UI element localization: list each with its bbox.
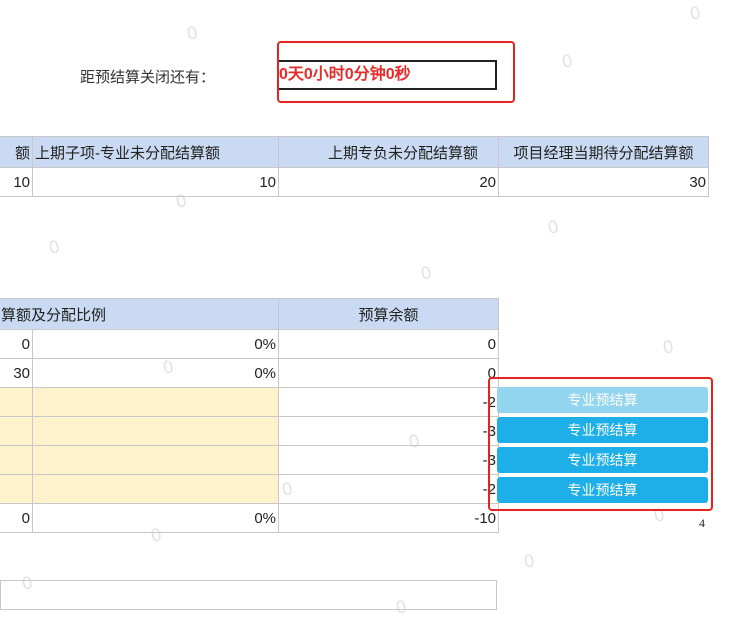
table-cell: 0 xyxy=(0,329,33,359)
editable-cell[interactable] xyxy=(0,387,33,417)
col-header-prev-lead-unallocated: 上期专负未分配结算额 xyxy=(278,136,499,168)
top-table: 额 上期子项-专业未分配结算额 上期专负未分配结算额 项目经理当期待分配结算额 … xyxy=(0,136,709,197)
watermark: 0 xyxy=(661,337,676,359)
watermark: 0 xyxy=(419,263,434,285)
table-cell: 0 xyxy=(278,329,500,359)
buttons-highlight-frame xyxy=(488,377,713,511)
remarks-input[interactable] xyxy=(0,580,497,610)
table-cell: 20 xyxy=(278,167,499,197)
table-cell: 10 xyxy=(0,167,33,197)
countdown-label: 距预结算关闭还有： xyxy=(80,69,216,86)
table-row: -3 xyxy=(0,445,500,475)
table-cell: -2 xyxy=(278,387,500,417)
col-header-budget-balance: 预算余额 xyxy=(278,298,500,330)
table-cell: -2 xyxy=(278,474,500,504)
col-header-prev-sub-unallocated: 上期子项-专业未分配结算额 xyxy=(32,136,279,168)
table-row: -3 xyxy=(0,416,500,446)
editable-cell[interactable] xyxy=(0,416,33,446)
watermark: 0 xyxy=(522,551,537,573)
editable-cell[interactable] xyxy=(31,445,280,475)
editable-cell[interactable] xyxy=(31,416,280,446)
table-cell: 10 xyxy=(32,167,279,197)
watermark: 0 xyxy=(688,3,703,25)
table-cell: 0% xyxy=(31,329,280,359)
table-cell: 0 xyxy=(278,358,500,388)
table-cell: -3 xyxy=(278,416,500,446)
top-table-header-row: 额 上期子项-专业未分配结算额 上期专负未分配结算额 项目经理当期待分配结算额 xyxy=(0,136,709,168)
watermark: 0 xyxy=(47,237,62,259)
col-header-pm-pending: 项目经理当期待分配结算额 xyxy=(498,136,709,168)
table-cell: -3 xyxy=(278,445,500,475)
table-cell: 0% xyxy=(31,503,280,533)
editable-cell[interactable] xyxy=(0,445,33,475)
table-cell: 0 xyxy=(0,503,33,533)
watermark: 0 xyxy=(560,51,575,73)
editable-cell[interactable] xyxy=(31,387,280,417)
table-row: 30 0% 0 xyxy=(0,358,500,388)
table-row: -2 xyxy=(0,387,500,417)
budget-table-header-row: 算额及分配比例 预算余额 xyxy=(0,298,500,330)
watermark: 0 xyxy=(546,217,561,239)
table-row: -2 xyxy=(0,474,500,504)
col-header-allocation-ratio: 算额及分配比例 xyxy=(0,298,280,330)
editable-cell[interactable] xyxy=(0,474,33,504)
editable-cell[interactable] xyxy=(31,474,280,504)
table-cell: -10 xyxy=(278,503,500,533)
footer-count: 4 xyxy=(699,516,705,530)
table-cell: 30 xyxy=(498,167,709,197)
table-cell: 0% xyxy=(31,358,280,388)
table-row-total: 0 0% -10 xyxy=(0,503,500,533)
col-header-amount: 额 xyxy=(0,136,33,168)
table-cell: 30 xyxy=(0,358,33,388)
table-row: 10 10 20 30 xyxy=(0,167,709,197)
countdown-highlight-frame xyxy=(277,41,515,103)
budget-table: 算额及分配比例 预算余额 0 0% 0 30 0% 0 -2 -3 -3 -2 … xyxy=(0,298,500,533)
watermark: 0 xyxy=(185,23,200,45)
table-row: 0 0% 0 xyxy=(0,329,500,359)
